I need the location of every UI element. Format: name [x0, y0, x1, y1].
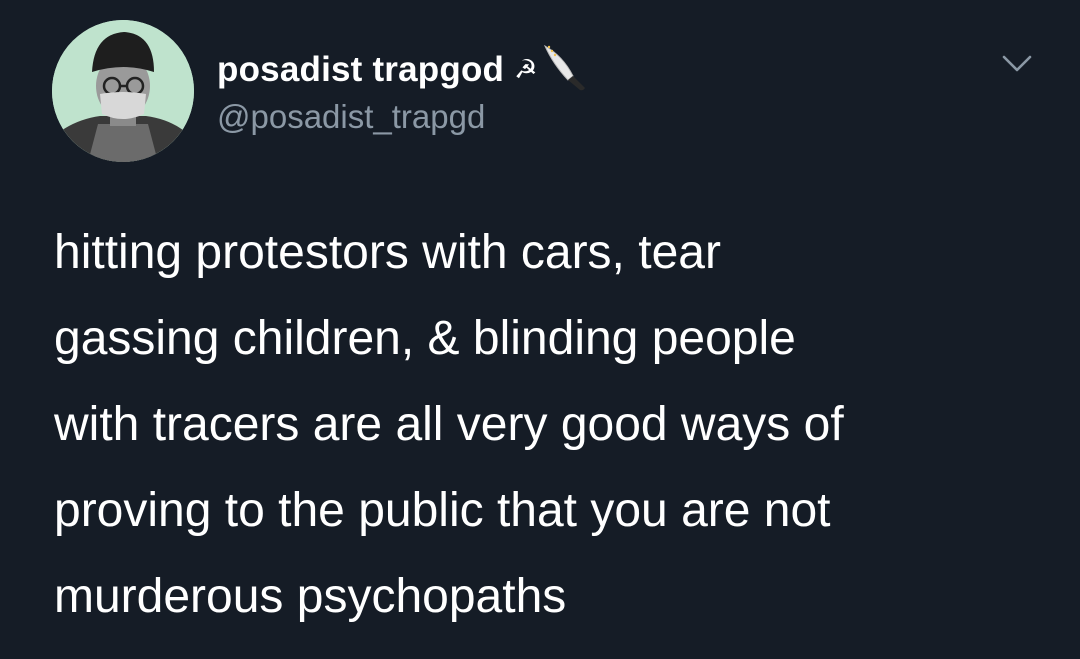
tweet-text-line: gassing children, & blinding people [54, 312, 796, 365]
tweet-text-line: proving to the public that you are not [54, 484, 831, 537]
knife-icon [541, 42, 587, 97]
display-name[interactable]: posadist trapgod [217, 50, 504, 90]
avatar-image [52, 20, 194, 162]
author-name-row[interactable]: posadist trapgod ☭ [217, 42, 587, 97]
tweet-text-line: with tracers are all very good ways of [54, 398, 844, 451]
tweet-text: hitting protestors with cars, tear gassi… [54, 210, 1034, 640]
chevron-down-icon[interactable] [1000, 52, 1034, 76]
avatar[interactable] [52, 20, 194, 162]
hammer-sickle-icon: ☭ [514, 54, 538, 84]
tweet-text-line: murderous psychopaths [54, 570, 567, 623]
tweet-card: posadist trapgod ☭ @posadist_trapgd hitt… [0, 0, 1080, 659]
author-handle[interactable]: @posadist_trapgd [217, 98, 485, 136]
tweet-text-line: hitting protestors with cars, tear [54, 226, 721, 279]
